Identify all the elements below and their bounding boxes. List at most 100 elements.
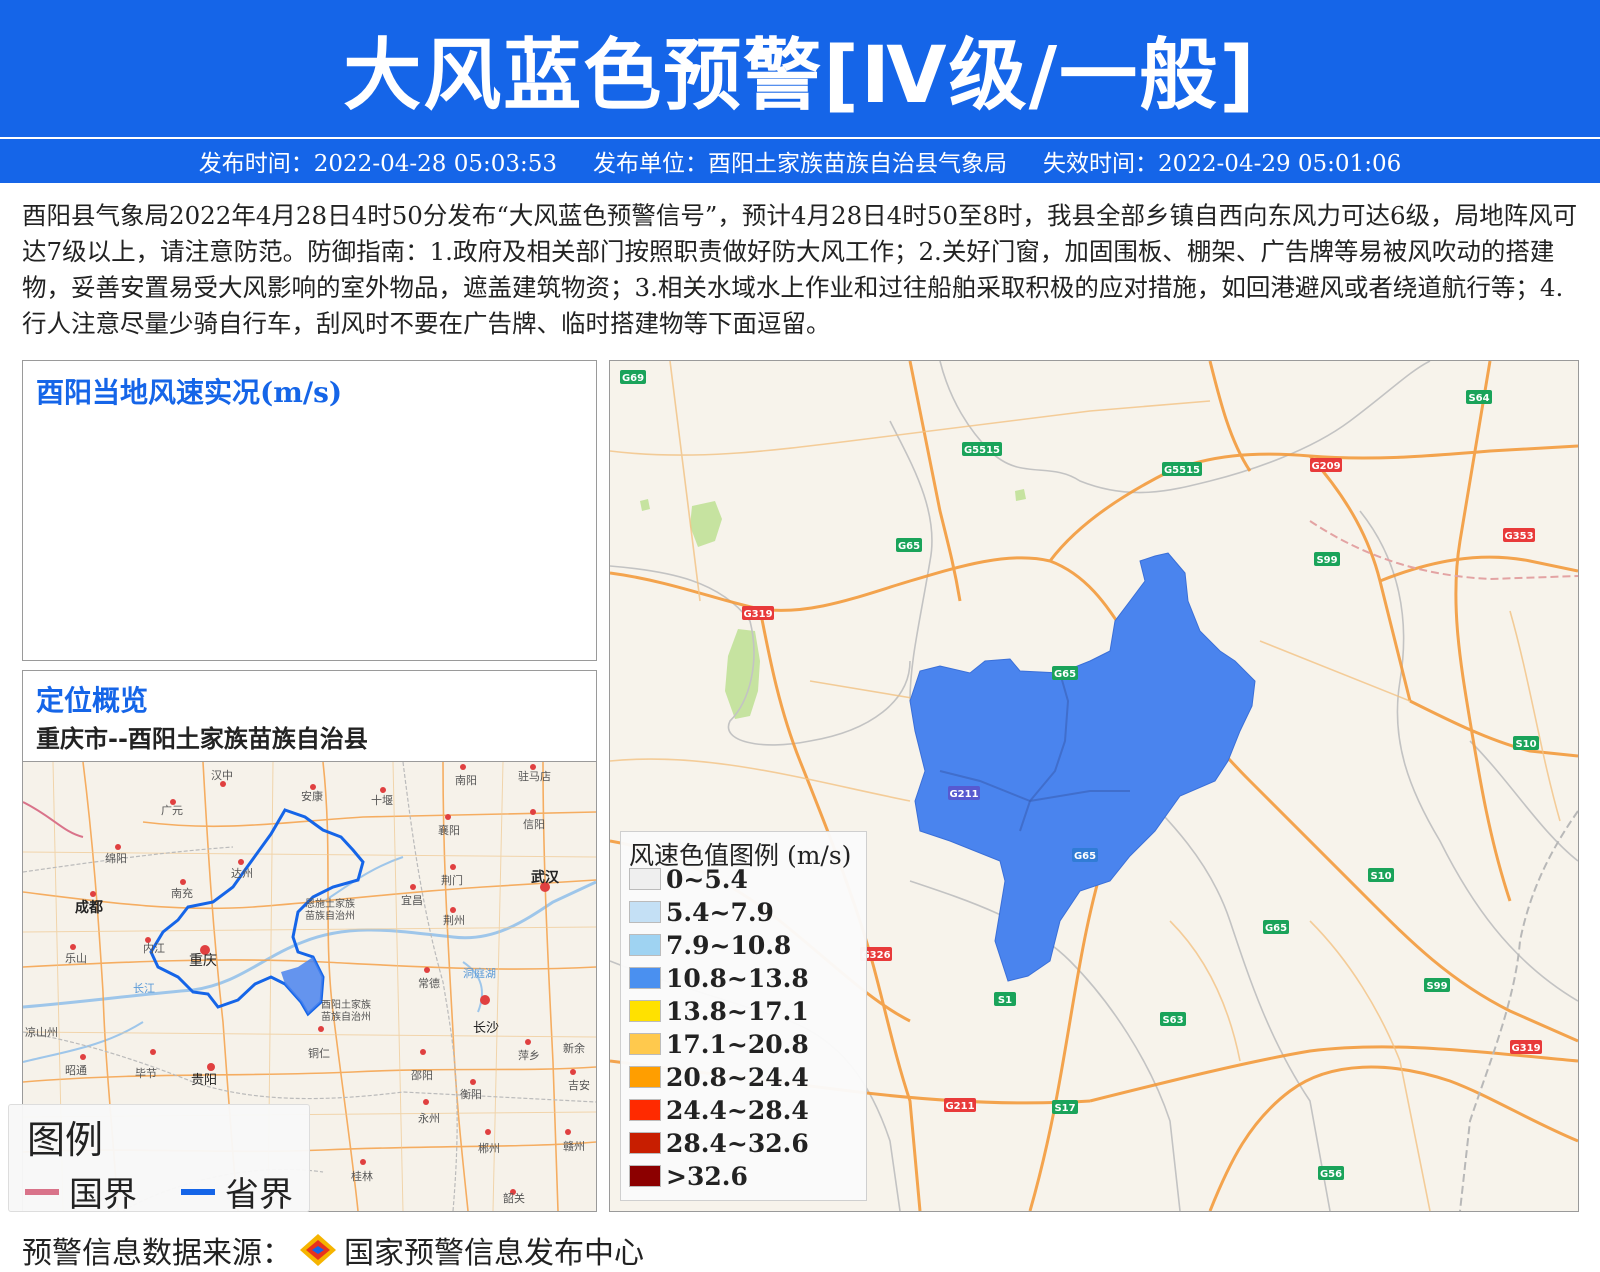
city-label: 毕节 <box>135 1067 157 1080</box>
city-label: 常德 <box>418 976 440 990</box>
road-label: G65 <box>1074 851 1096 862</box>
wind-legend-row: 20.8~24.4 <box>629 1062 809 1092</box>
city-label: 吉安 <box>568 1078 590 1092</box>
road-label: S63 <box>1162 1015 1183 1026</box>
city-label: 长江 <box>133 982 155 995</box>
city-label: 昭通 <box>65 1064 87 1077</box>
city-label: 内江 <box>143 941 165 955</box>
city-label: 贵阳 <box>191 1073 217 1088</box>
legend-provincial-border: 省界 <box>181 1167 293 1216</box>
expire-time: 失效时间：2022-04-29 05:01:06 <box>1043 151 1402 177</box>
boundary-legend-title: 图例 <box>27 1118 104 1162</box>
road-label: G56 <box>1320 1169 1342 1180</box>
city-label: 桂林 <box>351 1169 373 1183</box>
city-label: 郴州 <box>478 1141 500 1155</box>
wind-legend-swatch <box>629 934 661 956</box>
city-label: 洞庭湖 <box>463 966 496 980</box>
city-label: 乐山 <box>65 952 87 965</box>
city-label: 信阳 <box>523 818 545 831</box>
data-source: 预警信息数据来源： 国家预警信息发布中心 <box>22 1228 644 1272</box>
city-label: 新余 <box>563 1041 585 1055</box>
city-label: 南阳 <box>455 774 477 787</box>
city-label: 铜仁 <box>308 1046 330 1060</box>
wind-legend-swatch <box>629 901 661 923</box>
wind-legend-swatch <box>629 1099 661 1121</box>
wind-legend-label: 0~5.4 <box>666 864 748 894</box>
wind-speed-legend: 风速色值图例 (m/s) 0~5.4 5.4~7.9 7.9~10.8 10.8~13… <box>620 831 867 1201</box>
wind-legend-label: >32.6 <box>666 1161 748 1191</box>
wind-legend-swatch <box>629 1033 661 1055</box>
road-label: G353 <box>1504 531 1533 542</box>
road-label: G209 <box>1311 461 1340 472</box>
location-panel-title: 定位概览 <box>36 684 149 717</box>
city-label: 韶关 <box>503 1191 525 1205</box>
wind-legend-label: 28.4~32.6 <box>666 1128 809 1158</box>
city-label: 荆门 <box>441 873 463 887</box>
wind-legend-label: 5.4~7.9 <box>666 897 774 927</box>
road-label: G211 <box>949 789 978 800</box>
wind-speed-panel: 酉阳当地风速实况(m/s) <box>22 360 597 661</box>
meta-bar: 发布时间：2022-04-28 05:03:53 发布单位：酉阳土家族苗族自治县… <box>0 139 1600 183</box>
wind-legend-swatch <box>629 967 661 989</box>
city-label: 绵阳 <box>105 851 127 865</box>
city-label: 十堰 <box>371 793 393 807</box>
provincial-border-swatch <box>181 1188 215 1195</box>
warning-description: 酉阳县气象局2022年4月28日4时50分发布“大风蓝色预警信号”，预计4月28… <box>22 201 1578 338</box>
wind-legend-row: 28.4~32.6 <box>629 1128 809 1158</box>
national-border-swatch <box>25 1188 59 1195</box>
city-label: 苗族自治州 <box>305 909 355 922</box>
legend-national-border: 国界 <box>25 1167 137 1216</box>
city-label: 达州 <box>231 867 253 880</box>
wind-legend-swatch <box>629 1165 661 1187</box>
city-label: 萍乡 <box>518 1049 540 1062</box>
road-label: G65 <box>1054 669 1076 680</box>
wind-legend-row: 17.1~20.8 <box>629 1030 809 1059</box>
wind-legend-row: 0~5.4 <box>629 864 748 894</box>
wind-legend-row: 13.8~17.1 <box>629 997 809 1026</box>
location-header: 定位概览 重庆市--酉阳土家族苗族自治县 <box>23 671 596 762</box>
road-label: G319 <box>1511 1043 1540 1054</box>
city-label: 成都 <box>75 899 103 916</box>
city-label: 汉中 <box>211 769 233 782</box>
city-label: 广元 <box>161 804 183 817</box>
city-label: 永州 <box>418 1111 440 1125</box>
source-org[interactable]: 国家预警信息发布中心 <box>344 1228 644 1272</box>
publish-time: 发布时间：2022-04-28 05:03:53 <box>198 151 557 177</box>
road-label: G69 <box>622 373 644 384</box>
city-label: 衡阳 <box>460 1088 482 1101</box>
wind-legend-row: 5.4~7.9 <box>629 897 774 927</box>
city-label: 重庆 <box>189 953 217 969</box>
road-label: G65 <box>898 541 920 552</box>
title-bar: 大风蓝色预警[Ⅳ级/一般] <box>0 0 1600 137</box>
wind-panel-title: 酉阳当地风速实况(m/s) <box>36 376 343 409</box>
city-label: 安康 <box>301 789 323 803</box>
wind-legend-row: 24.4~28.4 <box>629 1096 809 1125</box>
wind-legend-swatch <box>629 868 661 890</box>
city-label: 苗族自治州 <box>321 1010 371 1023</box>
publisher: 发布单位：酉阳土家族苗族自治县气象局 <box>593 151 1007 177</box>
road-label: S1 <box>998 995 1012 1006</box>
city-label: 驻马店 <box>518 769 551 783</box>
wind-legend-swatch <box>629 1066 661 1088</box>
city-label: 武汉 <box>531 869 560 886</box>
wind-legend-swatch <box>629 1000 661 1022</box>
road-label: S10 <box>1515 739 1536 750</box>
boundary-legend: 图例 国界 省界 <box>8 1104 310 1215</box>
wind-legend-row: >32.6 <box>629 1161 748 1191</box>
road-label: S99 <box>1426 981 1447 992</box>
main-warning-map[interactable]: G69 G5515 G5515 S64 G209 G353 G65 S99 G3… <box>609 360 1579 1212</box>
road-label: S99 <box>1316 555 1337 566</box>
city-label: 荆州 <box>443 914 465 927</box>
wind-legend-label: 7.9~10.8 <box>666 930 792 960</box>
road-label: S64 <box>1468 393 1489 404</box>
source-label: 预警信息数据来源： <box>22 1236 292 1271</box>
wind-legend-row: 10.8~13.8 <box>629 964 809 993</box>
city-label: 邵阳 <box>411 1069 433 1082</box>
wind-legend-label: 20.8~24.4 <box>666 1062 809 1092</box>
city-label: 酉阳土家族 <box>321 998 371 1011</box>
city-label: 长沙 <box>473 1021 499 1036</box>
city-label: 赣州 <box>563 1139 585 1153</box>
road-label: G65 <box>1265 923 1287 934</box>
road-label: G5515 <box>964 445 1000 456</box>
city-label: 凉山州 <box>25 1025 58 1039</box>
